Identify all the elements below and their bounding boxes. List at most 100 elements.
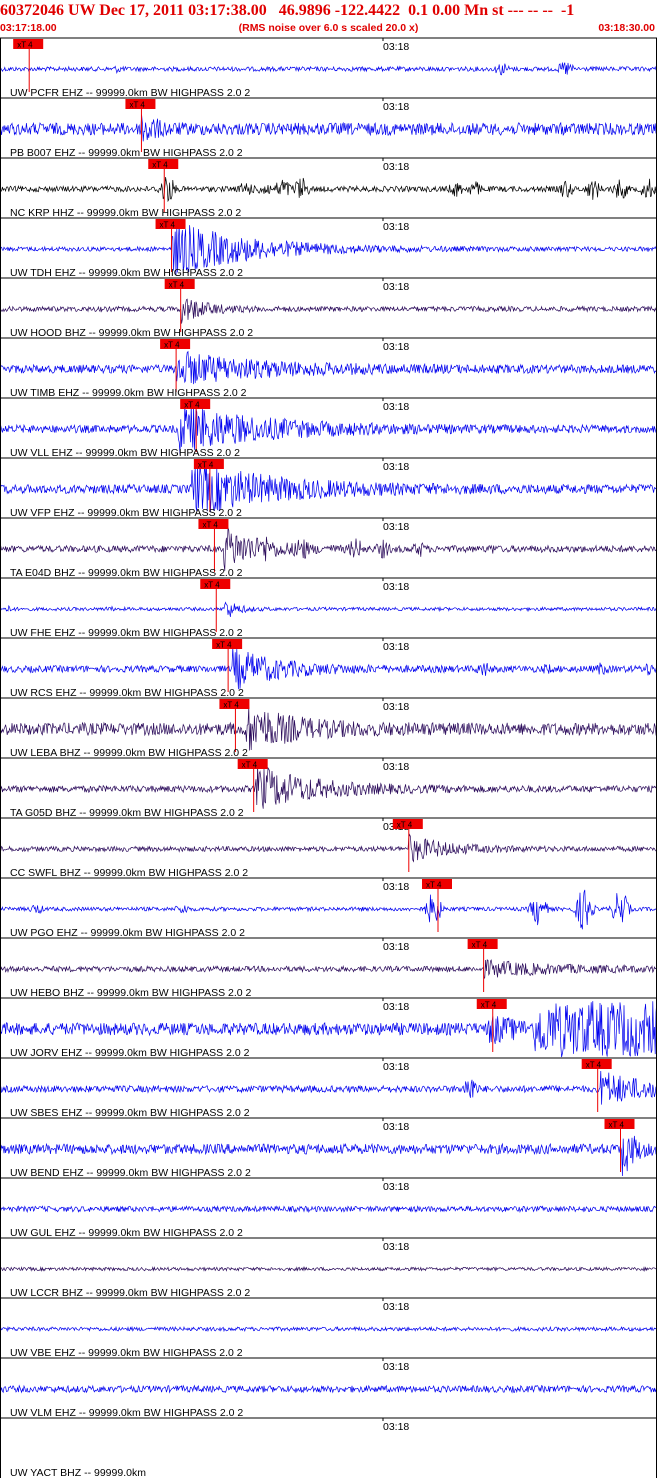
station-label: UW JORV EHZ -- 99999.0km BW HIGHPASS 2.0…	[10, 1047, 250, 1059]
station-label: TA G05D BHZ -- 99999.0km BW HIGHPASS 2.0…	[10, 807, 244, 819]
waveform	[0, 527, 657, 571]
station-label: UW TIMB EHZ -- 99999.0km BW HIGHPASS 2.0…	[10, 387, 247, 399]
minute-tick-label: 03:18	[383, 761, 409, 773]
trace-row: 03:18 UW LCCR BHZ -- 99999.0km BW HIGHPAS…	[0, 1237, 657, 1299]
waveform	[0, 959, 657, 980]
trace-row: 03:18 UW VLM EHZ -- 99999.0km BW HIGHPASS…	[0, 1357, 657, 1419]
minute-tick-label: 03:18	[383, 581, 409, 593]
pick-label: xT 4	[216, 641, 232, 650]
waveform	[0, 764, 657, 809]
pick-label: xT 4	[223, 701, 239, 710]
waveform	[0, 62, 657, 76]
station-label: CC SWFL BHZ -- 99999.0km BW HIGHPASS 2.0…	[10, 867, 248, 879]
station-label: UW TDH EHZ -- 99999.0km BW HIGHPASS 2.0 …	[10, 267, 243, 279]
station-label: UW YACT BHZ -- 99999.0km	[10, 1467, 146, 1478]
station-label: TA E04D BHZ -- 99999.0km BW HIGHPASS 2.0…	[10, 567, 243, 579]
minute-tick-label: 03:18	[383, 221, 409, 233]
trace-row: 03:18 UW VBE EHZ -- 99999.0km BW HIGHPASS…	[0, 1297, 657, 1359]
trace-row: 03:18 xT 4 UW PGO EHZ -- 99999.0km BW HIGH…	[0, 877, 657, 939]
station-label: UW PGO EHZ -- 99999.0km BW HIGHPASS 2.0 …	[10, 927, 245, 939]
pick-label: xT 4	[184, 401, 200, 410]
trace-row: 03:18 xT 4 UW PCFR EHZ -- 99999.0km BW HIG…	[0, 37, 657, 99]
pick-label: xT 4	[472, 941, 488, 950]
trace-row: 03:18 UW GUL EHZ -- 99999.0km BW HIGHPASS…	[0, 1177, 657, 1239]
minute-tick-label: 03:18	[383, 641, 409, 653]
minute-tick-label: 03:18	[383, 521, 409, 533]
station-label: UW LEBA BHZ -- 99999.0km BW HIGHPASS 2.0…	[10, 747, 248, 759]
minute-tick-label: 03:18	[383, 1121, 409, 1133]
minute-tick-label: 03:18	[383, 1421, 409, 1433]
waveform	[0, 1384, 657, 1394]
trace-row: 03:18 xT 4 UW TDH EHZ -- 99999.0km BW HIGH…	[0, 217, 657, 279]
station-label: UW LCCR BHZ -- 99999.0km BW HIGHPASS 2.0…	[10, 1287, 250, 1299]
pick-label: xT 4	[204, 581, 220, 590]
waveform	[0, 350, 657, 385]
station-label: UW RCS EHZ -- 99999.0km BW HIGHPASS 2.0 …	[10, 687, 244, 699]
trace-row: 03:18 xT 4 UW VLL EHZ -- 99999.0km BW HIGH…	[0, 397, 657, 459]
waveform	[0, 1325, 657, 1333]
waveform	[0, 1266, 657, 1272]
pick-label: xT 4	[160, 221, 176, 230]
minute-tick-label: 03:18	[383, 1361, 409, 1373]
minute-tick-label: 03:18	[383, 341, 409, 353]
minute-tick-label: 03:18	[383, 161, 409, 173]
trace-row: 03:18 xT 4 TA G05D BHZ -- 99999.0km BW HIG…	[0, 757, 657, 819]
minute-tick-label: 03:18	[383, 1061, 409, 1073]
waveform	[0, 601, 657, 617]
waveform	[0, 298, 657, 324]
minute-tick-label: 03:18	[383, 941, 409, 953]
pick-label: xT 4	[242, 761, 258, 770]
minute-tick-label: 03:18	[383, 101, 409, 113]
station-label: UW GUL EHZ -- 99999.0km BW HIGHPASS 2.0 …	[10, 1227, 243, 1239]
waveform	[0, 1205, 657, 1213]
pick-label: xT 4	[169, 281, 185, 290]
minute-tick-label: 03:18	[383, 881, 409, 893]
pick-label: xT 4	[17, 41, 33, 50]
pick-label: xT 4	[609, 1121, 625, 1130]
station-label: UW BEND EHZ -- 99999.0km BW HIGHPASS 2.0…	[10, 1167, 251, 1179]
trace-row: 03:18 xT 4 UW TIMB EHZ -- 99999.0km BW HIG…	[0, 337, 657, 399]
trace-row: 03:18 xT 4 TA E04D BHZ -- 99999.0km BW HIG…	[0, 517, 657, 579]
station-label: PB B007 EHZ -- 99999.0km BW HIGHPASS 2.0…	[10, 147, 243, 159]
waveform	[0, 889, 657, 930]
station-label: UW VBE EHZ -- 99999.0km BW HIGHPASS 2.0 …	[10, 1347, 243, 1359]
trace-row: 03:18 xT 4 UW FHE EHZ -- 99999.0km BW HIGH…	[0, 577, 657, 639]
minute-tick-label: 03:18	[383, 1301, 409, 1313]
station-label: UW HOOD BHZ -- 99999.0km BW HIGHPASS 2.0…	[10, 327, 253, 339]
trace-row: 03:18 xT 4 UW RCS EHZ -- 99999.0km BW HIGH…	[0, 637, 657, 699]
waveform	[0, 706, 657, 751]
waveform	[0, 1070, 657, 1105]
pick-label: xT 4	[129, 101, 145, 110]
station-label: UW VFP EHZ -- 99999.0km BW HIGHPASS 2.0 …	[10, 507, 242, 519]
minute-tick-label: 03:18	[383, 461, 409, 473]
station-label: NC KRP HHZ -- 99999.0km BW HIGHPASS 2.0 …	[10, 207, 241, 219]
minute-tick-label: 03:18	[383, 1001, 409, 1013]
pick-label: xT 4	[397, 821, 413, 830]
trace-row: 03:18 xT 4 UW VFP EHZ -- 99999.0km BW HIGH…	[0, 457, 657, 519]
minute-tick-label: 03:18	[383, 701, 409, 713]
trace-row: 03:18 xT 4 UW HOOD BHZ -- 99999.0km BW HIG…	[0, 277, 657, 339]
station-label: UW HEBO BHZ -- 99999.0km BW HIGHPASS 2.0…	[10, 987, 252, 999]
minute-tick-label: 03:18	[383, 1241, 409, 1253]
pick-label: xT 4	[481, 1001, 497, 1010]
trace-row: 03:18 xT 4 UW SBES EHZ -- 99999.0km BW HIG…	[0, 1057, 657, 1119]
station-label: UW PCFR EHZ -- 99999.0km BW HIGHPASS 2.0…	[10, 87, 250, 99]
minute-tick-label: 03:18	[383, 41, 409, 53]
trace-row: 03:18 xT 4 UW JORV EHZ -- 99999.0km BW HIG…	[0, 997, 657, 1059]
waveform	[0, 462, 657, 513]
trace-row: 03:18 xT 4 UW HEBO BHZ -- 99999.0km BW HIG…	[0, 937, 657, 999]
waveform	[0, 114, 657, 142]
seismogram-panel: 03:18 xT 4 UW PCFR EHZ -- 99999.0km BW HIG…	[0, 37, 657, 1478]
waveform	[0, 647, 657, 690]
pick-label: xT 4	[586, 1061, 602, 1070]
waveform	[0, 833, 657, 863]
pick-label: xT 4	[152, 161, 168, 170]
trace-row: 03:18 UW YACT BHZ -- 99999.0km	[0, 1417, 657, 1478]
waveform	[0, 177, 657, 203]
station-label: UW VLL EHZ -- 99999.0km BW HIGHPASS 2.0 …	[10, 447, 240, 459]
pick-label: xT 4	[202, 521, 218, 530]
trace-row: 03:18 xT 4 PB B007 EHZ -- 99999.0km BW HIG…	[0, 97, 657, 159]
trace-row: 03:18 xT 4 UW LEBA BHZ -- 99999.0km BW HIG…	[0, 697, 657, 759]
minute-tick-label: 03:18	[383, 401, 409, 413]
station-label: UW FHE EHZ -- 99999.0km BW HIGHPASS 2.0 …	[10, 627, 243, 639]
